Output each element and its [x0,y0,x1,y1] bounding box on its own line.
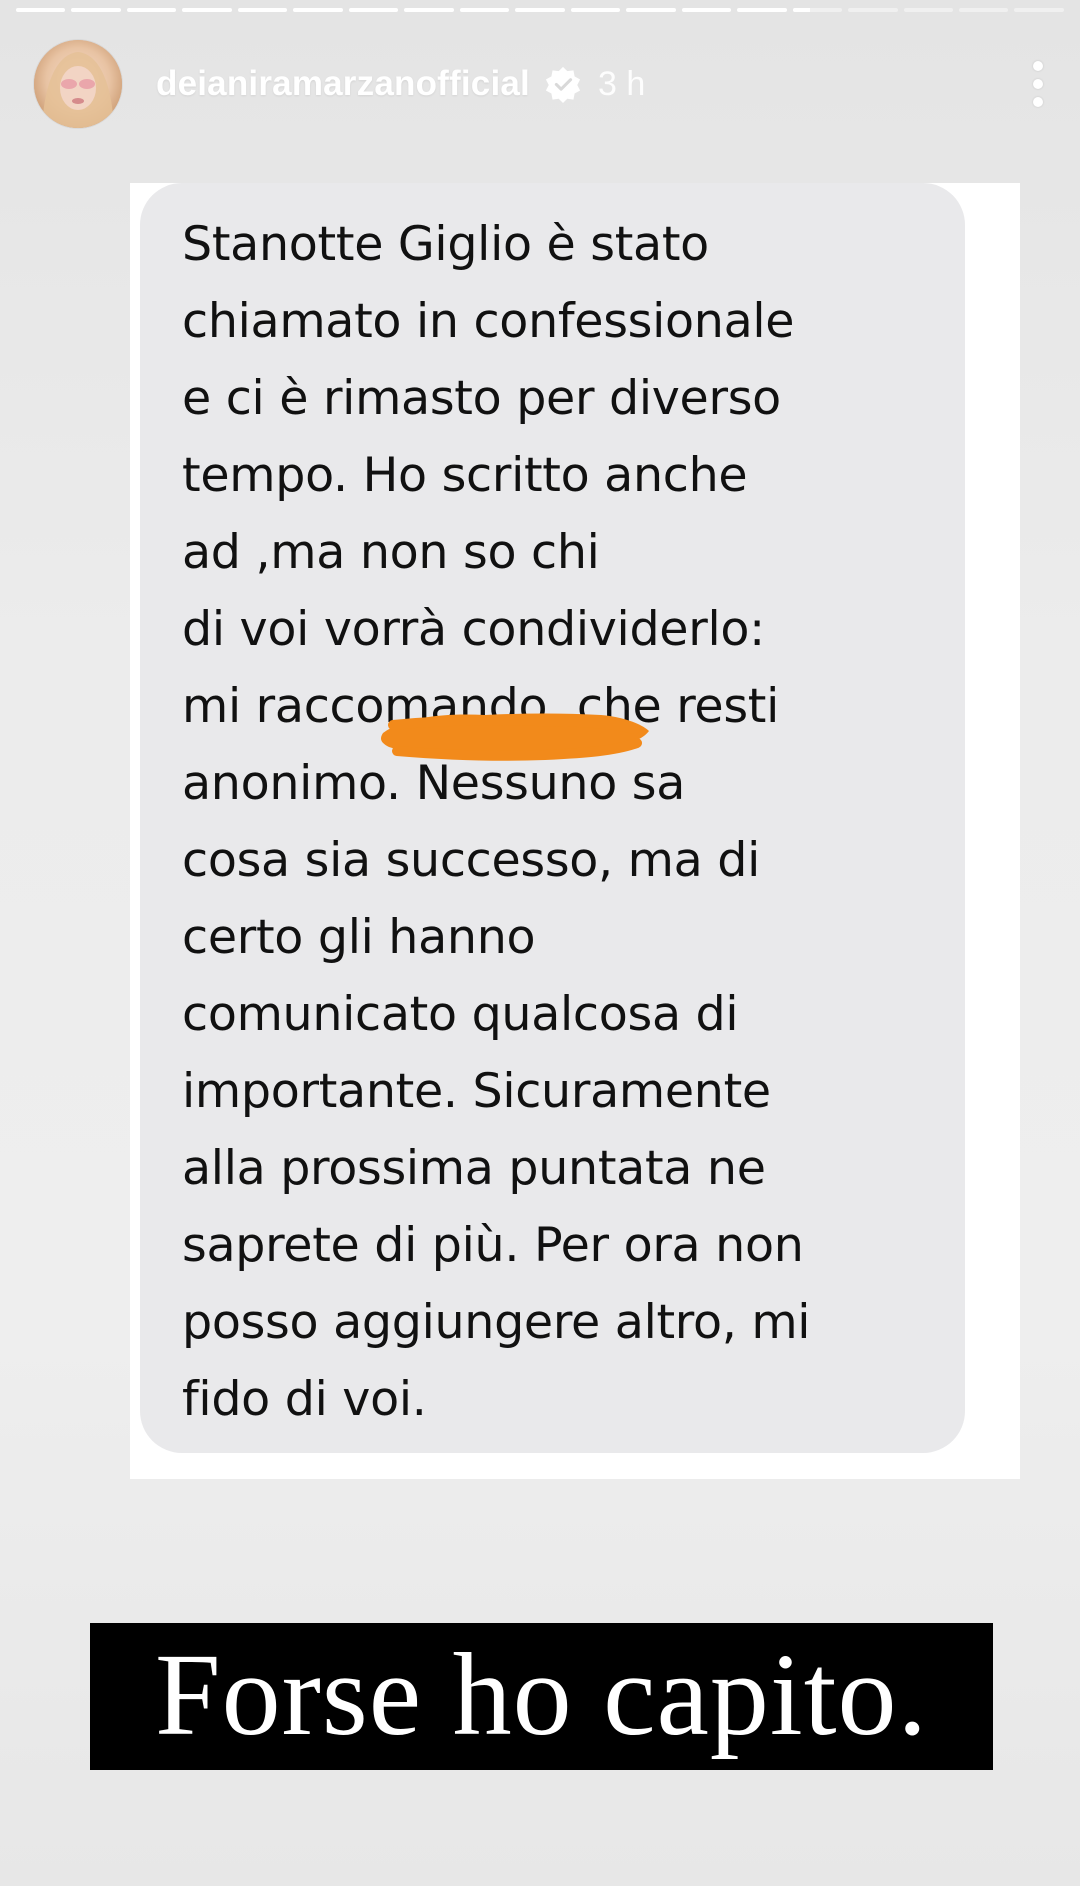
redaction-scribble [381,713,649,761]
progress-segment [570,8,621,12]
progress-fill [626,8,676,12]
avatar-image [34,40,122,128]
more-dot [1033,97,1043,107]
progress-segment [459,8,510,12]
story-text-overlay: Forse ho capito. [90,1623,993,1770]
progress-segment [16,8,66,12]
progress-fill [237,8,288,12]
message-bubble: Stanotte Giglio è stato chiamato in conf… [140,183,965,1453]
progress-fill [16,8,66,12]
progress-segment [404,8,454,12]
progress-fill [737,8,787,12]
story-progress-bar [16,8,1064,14]
progress-segment [71,8,121,12]
progress-fill [681,8,732,12]
progress-segment [293,8,343,12]
progress-fill [293,8,343,12]
progress-segment [1014,8,1064,12]
progress-segment [848,8,898,12]
progress-fill [515,8,565,12]
story-viewer[interactable]: deianiramarzanofficial 3 h Stanotte Gigl… [0,0,1080,1886]
progress-segment [737,8,787,12]
message-text: Stanotte Giglio è stato chiamato in conf… [182,217,811,1427]
progress-fill [71,8,121,12]
progress-fill [182,8,232,12]
more-dot [1033,61,1043,71]
progress-fill [792,8,810,12]
progress-segment [515,8,565,12]
progress-fill [348,8,399,12]
story-timestamp: 3 h [597,64,646,103]
progress-fill [570,8,621,12]
progress-segment [903,8,953,12]
caption-text: Forse ho capito. [154,1628,929,1760]
progress-fill [459,8,510,12]
message-screenshot-card: Stanotte Giglio è stato chiamato in conf… [130,183,1020,1479]
username[interactable]: deianiramarzanofficial [156,64,530,104]
verified-badge-icon [544,65,582,103]
progress-fill [404,8,454,12]
more-vertical-icon[interactable] [1020,56,1056,112]
progress-segment [681,8,732,12]
progress-segment [126,8,177,12]
progress-fill [126,8,177,12]
progress-segment [958,8,1009,12]
profile-avatar[interactable] [34,40,122,128]
progress-segment [348,8,399,12]
progress-segment [182,8,232,12]
progress-segment [237,8,288,12]
progress-segment [626,8,676,12]
more-dot [1033,79,1043,89]
progress-segment [792,8,843,12]
story-header: deianiramarzanofficial 3 h [34,38,1056,130]
